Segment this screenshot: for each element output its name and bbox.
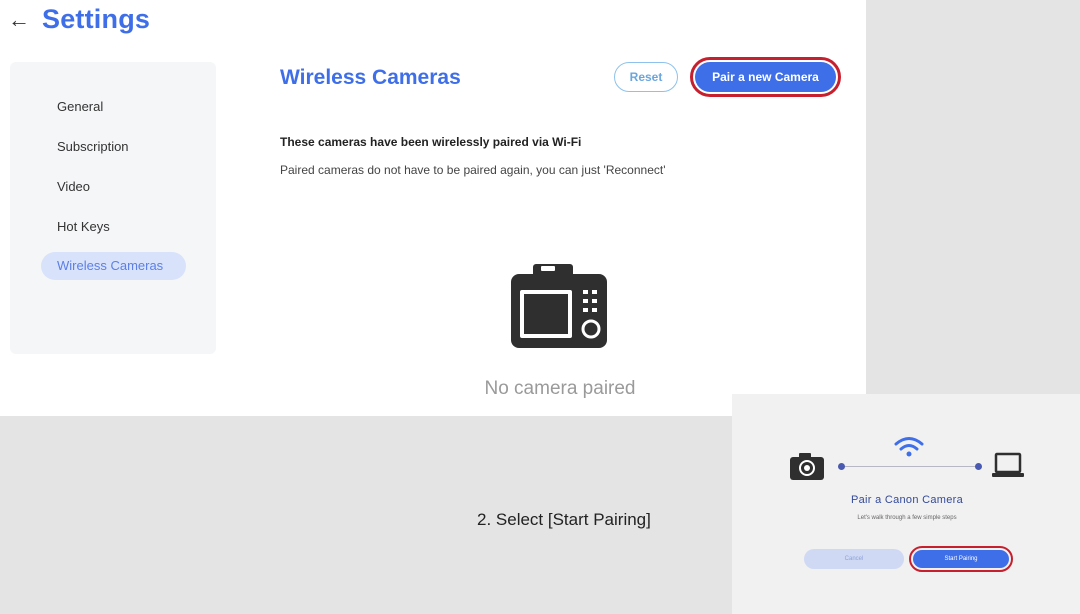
step-caption: 2. Select [Start Pairing] — [477, 510, 651, 529]
sidebar-item-video[interactable]: Video — [41, 173, 106, 201]
dialog-title: Pair a Canon Camera — [850, 494, 964, 506]
connection-dot-right — [975, 463, 982, 470]
settings-sidebar: General Subscription Video Hot Keys Wire… — [10, 62, 216, 354]
laptop-icon — [992, 452, 1024, 477]
connection-dot-left — [838, 463, 845, 470]
cancel-button[interactable]: Cancel — [804, 549, 904, 569]
reset-button[interactable]: Reset — [614, 62, 678, 92]
settings-window: ← Settings General Subscription Video Ho… — [0, 0, 866, 416]
start-pairing-button[interactable]: Start Pairing — [913, 550, 1009, 568]
page-title: Settings — [42, 4, 151, 34]
sidebar-item-general[interactable]: General — [41, 93, 119, 121]
connection-line — [838, 466, 978, 467]
dialog-camera-icon — [790, 453, 824, 480]
sidebar-item-wireless-cameras[interactable]: Wireless Cameras — [41, 252, 186, 280]
back-arrow-icon[interactable]: ← — [8, 6, 30, 34]
camera-icon — [511, 264, 607, 348]
info-heading: These cameras have been wirelessly paire… — [280, 135, 582, 149]
wifi-icon — [894, 437, 924, 457]
sidebar-item-subscription[interactable]: Subscription — [41, 133, 145, 161]
pairing-dialog: Pair a Canon Camera Let's walk through a… — [732, 394, 1080, 614]
empty-state-text: No camera paired — [484, 378, 636, 399]
info-text: Paired cameras do not have to be paired … — [280, 163, 666, 177]
section-title: Wireless Cameras — [280, 66, 461, 89]
pair-new-camera-button[interactable]: Pair a new Camera — [695, 62, 836, 92]
dialog-subtitle: Let's walk through a few simple steps — [857, 515, 957, 521]
sidebar-item-hot-keys[interactable]: Hot Keys — [41, 213, 126, 241]
